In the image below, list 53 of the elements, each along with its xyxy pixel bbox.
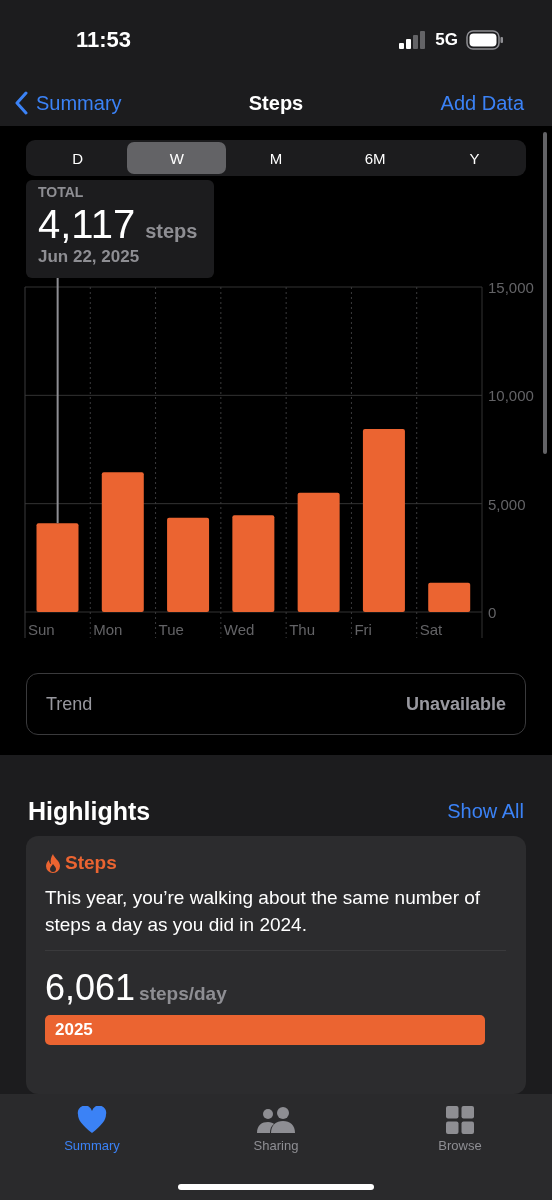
axis-label: 0 bbox=[488, 604, 497, 621]
heart-icon bbox=[77, 1106, 107, 1134]
grid-icon bbox=[446, 1106, 474, 1134]
chart-bar[interactable] bbox=[232, 515, 275, 612]
axis-label: 15,000 bbox=[488, 279, 534, 296]
back-button[interactable]: Summary bbox=[14, 91, 122, 115]
people-icon bbox=[256, 1106, 296, 1134]
highlight-card[interactable]: Steps This year, you’re walking about the same number of steps a day as you did in 2024. 6,061 steps/day 2025 bbox=[26, 836, 526, 1094]
highlight-text: This year, you’re walking about the same number of steps a day as you did in 2024. bbox=[45, 884, 506, 951]
chart-bar[interactable] bbox=[101, 472, 144, 612]
axis-label: Thu bbox=[289, 621, 315, 638]
chart-bar[interactable] bbox=[428, 582, 471, 612]
axis-label: Mon bbox=[93, 621, 123, 638]
tab-item[interactable]: Summary bbox=[0, 1106, 184, 1162]
network-label: 5G bbox=[435, 30, 458, 50]
axis-label: Fri bbox=[354, 621, 372, 638]
segment-tab[interactable]: W bbox=[127, 142, 227, 174]
axis-label: Sun bbox=[28, 621, 55, 638]
trend-value: Unavailable bbox=[405, 693, 506, 715]
battery-icon bbox=[466, 30, 504, 50]
axis-label: Sat bbox=[419, 621, 443, 638]
axis-label: Tue bbox=[158, 621, 184, 638]
page-title: Steps bbox=[248, 91, 304, 114]
status-time: 11:53 bbox=[76, 27, 132, 53]
trend-label: Trend bbox=[46, 693, 93, 715]
segment-tab[interactable]: M bbox=[226, 142, 326, 174]
chevron-left-icon bbox=[14, 91, 28, 115]
unit-label: steps bbox=[145, 220, 198, 243]
axis-label: Wed bbox=[223, 621, 255, 638]
chart-bar[interactable] bbox=[167, 517, 210, 612]
add-data-button[interactable]: Add Data bbox=[440, 91, 524, 115]
signal-icon bbox=[399, 31, 428, 49]
total-value: 4,117 bbox=[38, 202, 136, 247]
trend-row[interactable]: Trend Unavailable bbox=[26, 673, 526, 735]
unit-label: steps/day bbox=[139, 983, 227, 1005]
chart-bar[interactable] bbox=[36, 523, 79, 612]
axis-label: 10,000 bbox=[488, 387, 534, 405]
stat-value: 6,061 bbox=[45, 967, 136, 1009]
tab-item[interactable]: Sharing bbox=[184, 1106, 368, 1162]
section-title: Highlights bbox=[28, 797, 151, 826]
flame-icon bbox=[45, 853, 61, 873]
segment-tab[interactable]: Y bbox=[424, 142, 524, 174]
tab-item[interactable]: Browse bbox=[368, 1106, 552, 1162]
segment-tab[interactable]: D bbox=[28, 142, 128, 174]
chart-bar[interactable] bbox=[362, 428, 405, 612]
axis-label: 5,000 bbox=[488, 495, 526, 513]
bar-label: 2025 bbox=[55, 1020, 93, 1040]
callout-label: TOTAL bbox=[38, 184, 85, 200]
category-label: Steps bbox=[65, 852, 117, 874]
date-label: Jun 22, 2025 bbox=[38, 247, 141, 267]
show-all-link[interactable]: Show All bbox=[447, 800, 524, 823]
chart-bar[interactable] bbox=[297, 492, 340, 612]
segment-tab[interactable]: 6M bbox=[325, 142, 425, 174]
